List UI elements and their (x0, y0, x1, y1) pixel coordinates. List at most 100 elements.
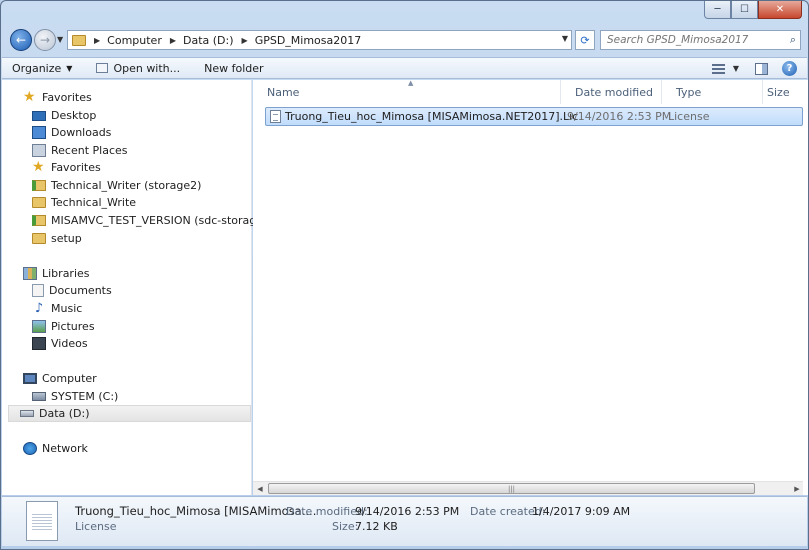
search-input[interactable] (601, 31, 777, 49)
nav-label: Favorites (51, 161, 101, 174)
folder-icon (72, 34, 86, 46)
nav-computer-header[interactable]: Computer (23, 370, 97, 387)
forward-button[interactable]: → (34, 29, 56, 51)
details-pane: Truong_Tieu_hoc_Mimosa [MISAMimosa.... L… (2, 496, 807, 546)
open-with-icon (96, 63, 109, 73)
column-header-name[interactable]: Name ▲ (253, 79, 561, 104)
scroll-left-icon[interactable]: ◀ (253, 482, 267, 495)
maximize-button[interactable]: ☐ (731, 1, 758, 19)
column-label: Name (267, 85, 300, 99)
details-size-value: 7.12 KB (355, 520, 398, 533)
downloads-icon (32, 126, 46, 139)
scrollbar-thumb[interactable]: ||| (268, 483, 755, 494)
new-folder-button[interactable]: New folder (190, 58, 273, 78)
nav-item-videos[interactable]: Videos (32, 335, 88, 352)
pictures-icon (32, 320, 46, 333)
address-bar[interactable]: ▶ Computer ▶ Data (D:) ▶ GPSD_Mimosa2017… (67, 30, 572, 50)
nav-item-desktop[interactable]: Desktop (32, 107, 96, 124)
column-label: Type (676, 85, 702, 99)
organize-label: Organize (12, 61, 62, 75)
folder-icon (32, 197, 46, 208)
help-icon[interactable]: ? (782, 61, 797, 76)
breadcrumb-separator[interactable]: ▶ (94, 36, 100, 45)
nav-item-recent-places[interactable]: Recent Places (32, 142, 128, 159)
music-icon: ♪ (34, 301, 44, 316)
breadcrumb-separator[interactable]: ▶ (170, 36, 176, 45)
nav-label: Network (42, 442, 88, 455)
breadcrumb-computer[interactable]: Computer (107, 34, 162, 47)
back-button[interactable]: ← (10, 29, 32, 51)
nav-label: Music (51, 302, 83, 315)
column-header-size[interactable]: Size (753, 80, 804, 104)
nav-label: Pictures (51, 320, 95, 333)
network-icon (23, 442, 37, 455)
nav-item-misamvc-test-version[interactable]: MISAMVC_TEST_VERSION (sdc-storage1) (32, 212, 274, 229)
file-row[interactable]: Truong_Tieu_hoc_Mimosa [MISAMimosa.NET20… (265, 107, 803, 126)
scroll-right-icon[interactable]: ▶ (790, 482, 804, 495)
nav-item-music[interactable]: ♪ Music (32, 300, 82, 317)
nav-item-system-c[interactable]: SYSTEM (C:) (32, 388, 118, 405)
nav-label: Recent Places (51, 144, 128, 157)
nav-label: Downloads (51, 126, 112, 139)
column-header-date-modified[interactable]: Date modified (561, 80, 662, 104)
breadcrumb-separator[interactable]: ▶ (242, 36, 248, 45)
refresh-button[interactable]: ⟳ (575, 30, 595, 50)
details-file-name: Truong_Tieu_hoc_Mimosa [MISAMimosa.... (75, 504, 317, 518)
preview-pane-icon[interactable] (755, 62, 768, 75)
nav-label: SYSTEM (C:) (51, 390, 119, 403)
nav-label: Videos (51, 337, 88, 350)
libraries-icon (23, 267, 37, 280)
refresh-icon: ⟳ (580, 33, 590, 47)
nav-item-favorites[interactable]: ★ Favorites (32, 159, 101, 176)
license-file-icon (270, 110, 281, 123)
nav-item-setup[interactable]: setup (32, 230, 82, 247)
search-box[interactable]: ⌕ (600, 30, 801, 50)
star-icon: ★ (23, 89, 36, 105)
views-icon[interactable] (711, 63, 725, 74)
nav-item-data-d[interactable]: Data (D:) (8, 405, 251, 422)
horizontal-scrollbar[interactable]: ◀ ||| ▶ (253, 481, 804, 495)
breadcrumb-data-d[interactable]: Data (D:) (183, 34, 234, 47)
views-dropdown-icon[interactable]: ▼ (733, 64, 739, 73)
new-folder-label: New folder (204, 61, 264, 75)
nav-item-technical-write[interactable]: Technical_Write (32, 194, 136, 211)
nav-item-downloads[interactable]: Downloads (32, 124, 111, 141)
close-button[interactable]: ✕ (758, 1, 802, 19)
nav-libraries-header[interactable]: Libraries (23, 265, 90, 282)
recent-pages-dropdown[interactable]: ▼ (57, 35, 63, 44)
caption-buttons: ─ ☐ ✕ (704, 1, 802, 19)
nav-network-header[interactable]: Network (23, 440, 88, 457)
documents-icon (32, 284, 44, 297)
search-icon[interactable]: ⌕ (790, 33, 796, 47)
nav-item-documents[interactable]: Documents (32, 282, 112, 299)
nav-label: Desktop (51, 109, 97, 122)
drive-icon (20, 410, 34, 417)
computer-icon (23, 373, 37, 384)
open-with-button[interactable]: Open with... (82, 58, 190, 78)
folder-icon (32, 233, 46, 244)
details-date-modified-value: 9/14/2016 2:53 PM (355, 505, 460, 518)
nav-item-pictures[interactable]: Pictures (32, 318, 95, 335)
nav-label: setup (51, 232, 82, 245)
file-name: Truong_Tieu_hoc_Mimosa [MISAMimosa.NET20… (285, 110, 579, 123)
star-icon: ★ (32, 159, 45, 175)
command-bar: Organize ▼ Open with... New folder ▼ ? (2, 57, 807, 79)
nav-label: Documents (49, 284, 112, 297)
column-label: Date modified (575, 85, 653, 99)
nav-favorites-header[interactable]: ★ Favorites (23, 89, 92, 106)
open-with-label: Open with... (113, 61, 181, 75)
minimize-button[interactable]: ─ (704, 1, 731, 19)
column-label: Size (767, 85, 790, 99)
file-type: License (668, 110, 710, 123)
column-header-type[interactable]: Type (662, 80, 763, 104)
navigation-pane: ★ Favorites Desktop Downloads Recent Plac… (2, 80, 274, 495)
nav-item-technical-writer-storage2[interactable]: Technical_Writer (storage2) (32, 177, 201, 194)
address-dropdown-icon[interactable]: ▼ (562, 34, 568, 43)
file-date-modified: 9/14/2016 2:53 PM (567, 110, 672, 123)
breadcrumb-current-folder[interactable]: GPSD_Mimosa2017 (255, 34, 362, 47)
file-thumbnail-icon (26, 501, 58, 541)
chevron-down-icon: ▼ (66, 63, 73, 73)
nav-label: Data (D:) (39, 407, 90, 420)
toolbar-right-group: ▼ ? (711, 61, 797, 76)
organize-button[interactable]: Organize ▼ (2, 58, 82, 78)
